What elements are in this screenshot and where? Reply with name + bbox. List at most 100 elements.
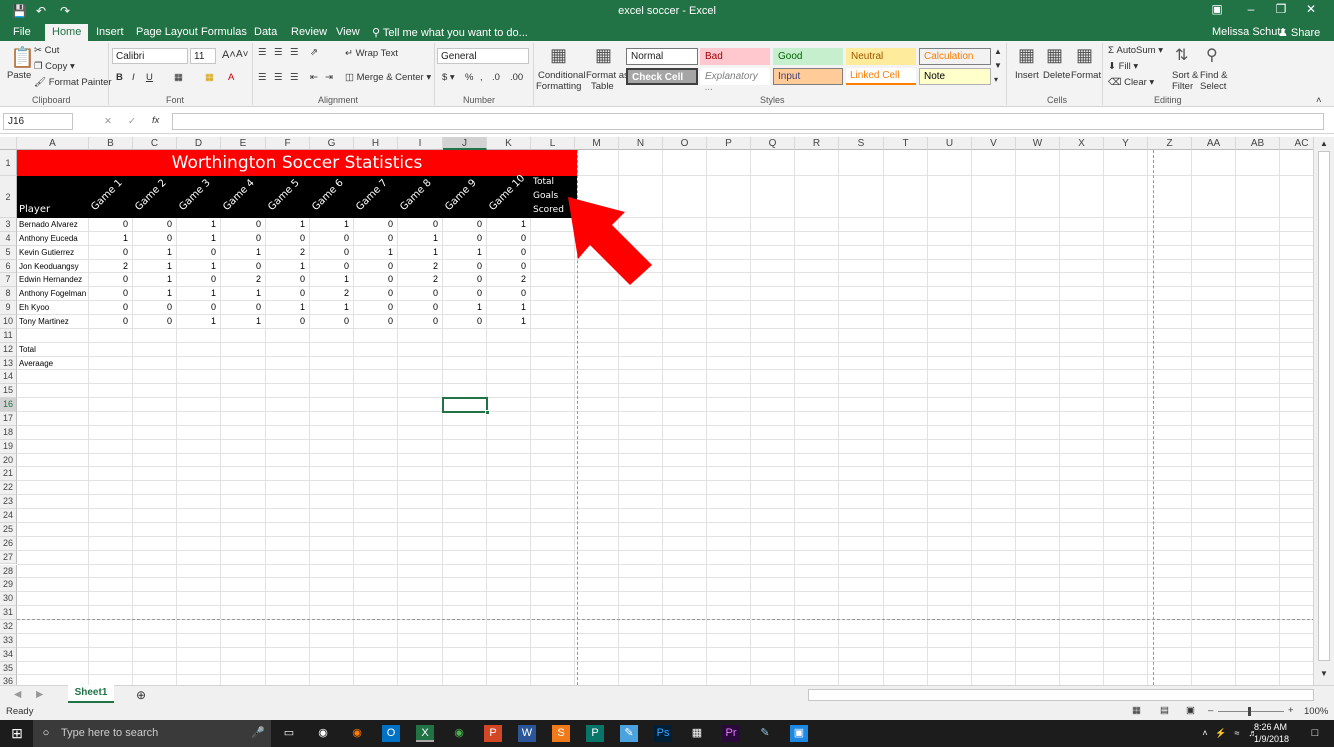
copy-button[interactable]: ❐ Copy ▾ xyxy=(34,61,75,72)
taskbar-search-box[interactable]: ○ Type here to search 🎤 xyxy=(33,720,271,747)
goal-cell[interactable]: 0 xyxy=(398,218,438,231)
goal-cell[interactable]: 2 xyxy=(310,287,349,300)
minimize-button[interactable]: – xyxy=(1240,2,1262,20)
goal-cell[interactable]: 1 xyxy=(443,301,482,314)
column-header[interactable]: L xyxy=(531,137,575,150)
column-header[interactable]: I xyxy=(398,137,443,150)
player-name[interactable]: Edwin Hernandez xyxy=(19,273,82,286)
goal-cell[interactable]: 2 xyxy=(89,260,128,273)
app-icon[interactable]: ▣ xyxy=(790,725,808,742)
row-header[interactable]: 29 xyxy=(0,578,17,593)
goal-cell[interactable]: 0 xyxy=(221,301,261,314)
goal-cell[interactable]: 0 xyxy=(310,232,349,245)
goal-cell[interactable]: 0 xyxy=(89,301,128,314)
decrease-font-icon[interactable]: A˅ xyxy=(236,49,249,60)
format-table-button[interactable]: Format as xyxy=(586,70,629,81)
player-header[interactable]: Player xyxy=(19,204,50,215)
column-header[interactable]: G xyxy=(310,137,354,150)
style-linked-cell[interactable]: Linked Cell xyxy=(846,68,916,85)
row-header[interactable]: 31 xyxy=(0,606,17,620)
row-header[interactable]: 1 xyxy=(0,150,17,176)
game-header[interactable]: Game 3 xyxy=(177,177,213,213)
goal-cell[interactable]: 0 xyxy=(266,273,305,286)
insert-cells-button[interactable]: Insert xyxy=(1015,70,1039,81)
row-header[interactable]: 18 xyxy=(0,425,17,440)
word-icon[interactable]: W xyxy=(518,725,536,742)
player-name[interactable]: Kevin Gutierrez xyxy=(19,246,74,259)
goal-cell[interactable]: 0 xyxy=(487,287,526,300)
row-header[interactable]: 12 xyxy=(0,342,17,357)
goal-cell[interactable]: 1 xyxy=(177,315,216,328)
cut-button[interactable]: ✂ Cut xyxy=(34,45,59,56)
goal-cell[interactable]: 1 xyxy=(310,301,349,314)
style-explanatory[interactable]: Explanatory ... xyxy=(700,68,770,93)
tab-view[interactable]: View xyxy=(336,26,360,38)
align-left-icon[interactable]: ☰ xyxy=(258,72,267,83)
goal-cell[interactable]: 0 xyxy=(443,287,482,300)
new-sheet-icon[interactable]: ⊕ xyxy=(136,688,146,702)
goal-cell[interactable]: 1 xyxy=(266,218,305,231)
column-header[interactable]: Z xyxy=(1148,137,1192,150)
align-center-icon[interactable]: ☰ xyxy=(274,72,283,83)
user-name[interactable]: Melissa Schutz xyxy=(1212,26,1286,38)
formula-input[interactable] xyxy=(172,113,1324,130)
bold-button[interactable]: B xyxy=(116,72,123,83)
column-header[interactable]: E xyxy=(221,137,266,150)
style-calculation[interactable]: Calculation xyxy=(919,48,991,65)
clock-time[interactable]: 8:26 AM xyxy=(1254,722,1287,732)
format-painter-button[interactable]: 🖌 Format Painter xyxy=(34,77,112,88)
ribbon-display-icon[interactable]: ▣ xyxy=(1206,2,1228,20)
page-break-view-icon[interactable]: ▣ xyxy=(1186,705,1195,716)
goal-cell[interactable]: 0 xyxy=(89,218,128,231)
goal-cell[interactable]: 0 xyxy=(221,260,261,273)
windows-start-icon[interactable]: ⊞ xyxy=(8,725,26,742)
player-name[interactable]: Anthony Euceda xyxy=(19,232,78,245)
restore-button[interactable]: ❐ xyxy=(1270,2,1292,20)
column-header[interactable]: Y xyxy=(1104,137,1148,150)
delete-cells-button[interactable]: Delete xyxy=(1043,70,1070,81)
goal-cell[interactable]: 1 xyxy=(266,260,305,273)
scroll-down-icon[interactable]: ▼ xyxy=(1320,669,1328,678)
insert-function-icon[interactable]: fx xyxy=(152,115,159,126)
clear-button[interactable]: ⌫ Clear ▾ xyxy=(1108,77,1154,88)
screen-sketch-icon[interactable]: ✎ xyxy=(756,725,774,742)
row-header[interactable]: 27 xyxy=(0,550,17,565)
row-header[interactable]: 14 xyxy=(0,370,17,385)
player-name[interactable]: Bernado Alvarez xyxy=(19,218,78,231)
sort-filter-icon[interactable]: ⇅ xyxy=(1175,45,1188,65)
column-header[interactable]: P xyxy=(707,137,751,150)
goal-cell[interactable]: 1 xyxy=(398,246,438,259)
row-header[interactable]: 16 xyxy=(0,398,17,413)
excel-taskbar-icon[interactable]: X xyxy=(416,725,434,742)
row-header[interactable]: 23 xyxy=(0,495,17,510)
goal-cell[interactable]: 0 xyxy=(89,246,128,259)
row-header[interactable]: 7 xyxy=(0,273,17,288)
goal-cell[interactable]: 2 xyxy=(487,273,526,286)
goal-cell[interactable]: 1 xyxy=(310,273,349,286)
worksheet-grid[interactable]: A B C D E F G H I J K L M N O P Q R S T U V W X Y Z AA AB AC 1 2 3 4 5 6 7 8… xyxy=(0,137,1320,685)
photoshop-icon[interactable]: Ps xyxy=(654,725,672,742)
row-header[interactable]: 36 xyxy=(0,675,17,685)
firefox-icon[interactable]: ◉ xyxy=(348,725,366,742)
goal-cell[interactable]: 1 xyxy=(89,232,128,245)
number-format-select[interactable]: General xyxy=(437,48,529,64)
goal-cell[interactable]: 0 xyxy=(133,315,172,328)
notes-icon[interactable]: ✎ xyxy=(620,725,638,742)
styles-more-icon[interactable]: ▾ xyxy=(994,75,998,84)
goal-cell[interactable]: 1 xyxy=(133,246,172,259)
goal-cell[interactable]: 0 xyxy=(443,218,482,231)
goal-cell[interactable]: 0 xyxy=(266,232,305,245)
bottom-align-icon[interactable]: ☰ xyxy=(290,47,299,58)
fill-button[interactable]: ⬇ Fill ▾ xyxy=(1108,61,1138,72)
goal-cell[interactable]: 0 xyxy=(443,315,482,328)
row-header[interactable]: 33 xyxy=(0,633,17,648)
tell-me-box[interactable]: ⚲ Tell me what you want to do... xyxy=(372,26,528,39)
row-header[interactable]: 20 xyxy=(0,453,17,468)
delete-cells-icon[interactable]: ▦ xyxy=(1046,45,1063,66)
horizontal-scrollbar[interactable] xyxy=(808,689,1314,701)
column-header[interactable]: M xyxy=(575,137,619,150)
game-header[interactable]: Game 6 xyxy=(310,177,346,213)
format-cells-button[interactable]: Format xyxy=(1071,70,1101,81)
column-header[interactable]: H xyxy=(354,137,398,150)
format-table-icon[interactable]: ▦ xyxy=(595,45,612,66)
